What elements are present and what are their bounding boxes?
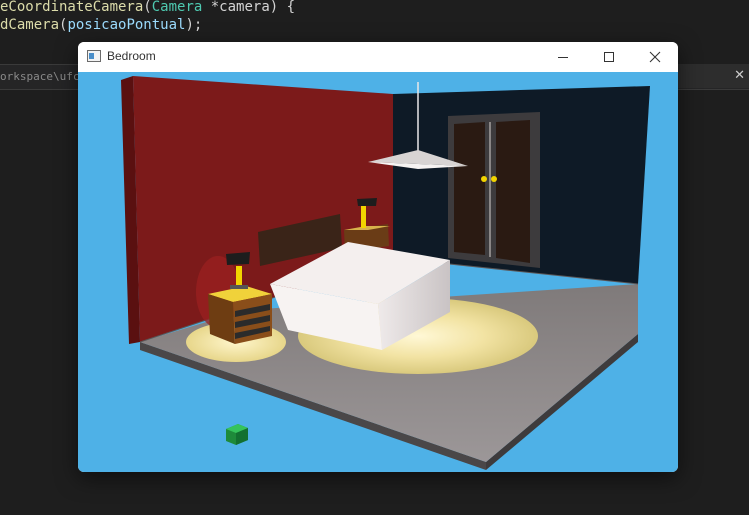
argument: posicaoPontual: [67, 17, 186, 33]
opengl-viewport[interactable]: [78, 72, 678, 472]
close-icon[interactable]: ✕: [734, 68, 745, 83]
close-icon: [649, 51, 661, 63]
window-title: Bedroom: [107, 49, 156, 63]
minimize-icon: [558, 57, 568, 58]
app-window-icon: [87, 50, 101, 62]
maximize-icon: [604, 52, 614, 62]
door-left-panel: [454, 122, 485, 255]
lamp-back-shade: [357, 198, 377, 206]
function-call: dCamera: [0, 17, 60, 33]
code-line-2: dCamera(posicaoPontual);: [0, 16, 202, 34]
open-paren: (: [143, 0, 152, 15]
window-titlebar[interactable]: Bedroom: [78, 42, 678, 72]
close-paren: );: [185, 17, 203, 33]
maximize-button[interactable]: [586, 42, 632, 72]
code-line-1: eCoordinateCamera(Camera *camera) {: [0, 0, 295, 16]
function-name: eCoordinateCamera: [0, 0, 144, 15]
door-knob-right: [491, 176, 497, 182]
params-rest: *camera) {: [202, 0, 296, 15]
bedroom-window: Bedroom: [78, 42, 678, 472]
lamp-left-shade: [226, 252, 250, 265]
bedroom-scene: [121, 76, 650, 470]
type-name: Camera: [151, 0, 203, 15]
minimize-button[interactable]: [540, 42, 586, 72]
close-button[interactable]: [632, 42, 678, 72]
door-right-panel: [496, 120, 530, 263]
door-knob-left: [481, 176, 487, 182]
